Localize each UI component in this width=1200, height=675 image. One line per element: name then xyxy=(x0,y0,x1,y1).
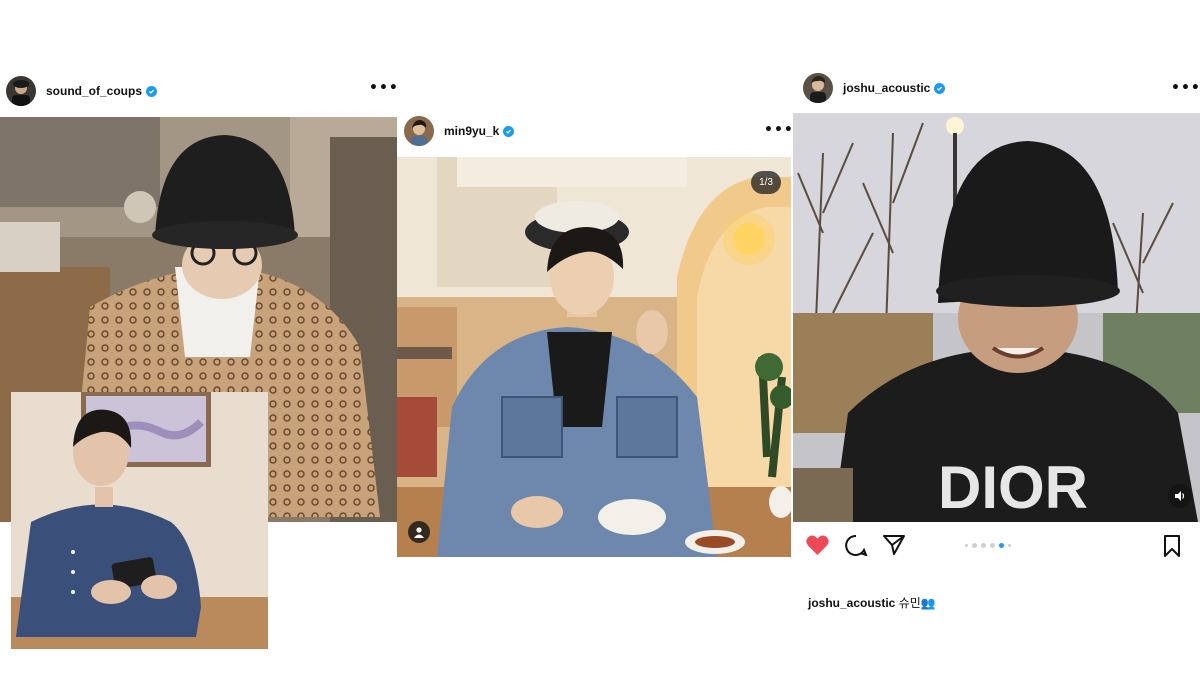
post-header: min9yu_k xyxy=(404,116,515,146)
bookmark-icon[interactable] xyxy=(1163,535,1181,557)
post-photo[interactable]: 1/3 xyxy=(397,157,791,557)
post-header: sound_of_coups xyxy=(6,76,158,106)
more-options-icon[interactable]: ••• xyxy=(369,80,399,96)
post-joshu-acoustic: joshu_acoustic ••• DIOR joshu_acoustic 슈… xyxy=(793,0,1200,675)
carousel-dot xyxy=(981,543,986,548)
more-options-icon[interactable]: ••• xyxy=(764,122,794,138)
comment-icon[interactable] xyxy=(844,534,868,557)
username[interactable]: min9yu_k xyxy=(444,124,499,138)
carousel-dot xyxy=(965,544,968,547)
more-options-icon[interactable]: ••• xyxy=(1171,80,1200,96)
post-header: joshu_acoustic xyxy=(803,73,946,103)
share-icon[interactable] xyxy=(882,534,906,556)
heart-icon[interactable] xyxy=(805,534,830,556)
username[interactable]: sound_of_coups xyxy=(46,84,142,98)
carousel-dot xyxy=(972,543,977,548)
avatar[interactable] xyxy=(6,76,36,106)
post-video[interactable]: DIOR xyxy=(793,113,1200,522)
verified-badge-icon xyxy=(934,82,946,94)
volume-icon[interactable] xyxy=(1168,484,1192,508)
svg-text:DIOR: DIOR xyxy=(938,454,1088,521)
post-sound-of-coups: sound_of_coups ••• xyxy=(0,0,399,675)
caption: joshu_acoustic 슈민👥 xyxy=(808,594,936,611)
avatar[interactable] xyxy=(404,116,434,146)
carousel-dots xyxy=(965,543,1011,548)
inset-photo[interactable] xyxy=(11,392,268,649)
verified-badge-icon xyxy=(146,85,158,97)
carousel-dot xyxy=(1008,544,1011,547)
avatar[interactable] xyxy=(803,73,833,103)
carousel-dot-active xyxy=(999,543,1004,548)
verified-badge-icon xyxy=(503,125,515,137)
post-min9yu-k: min9yu_k ••• 1/3 xyxy=(397,0,793,675)
user-tag-icon[interactable] xyxy=(408,521,430,543)
carousel-counter: 1/3 xyxy=(751,171,781,194)
username[interactable]: joshu_acoustic xyxy=(843,81,930,95)
caption-username[interactable]: joshu_acoustic xyxy=(808,596,895,610)
action-bar xyxy=(805,534,906,557)
caption-text: 슈민👥 xyxy=(898,596,936,610)
carousel-dot xyxy=(990,543,995,548)
